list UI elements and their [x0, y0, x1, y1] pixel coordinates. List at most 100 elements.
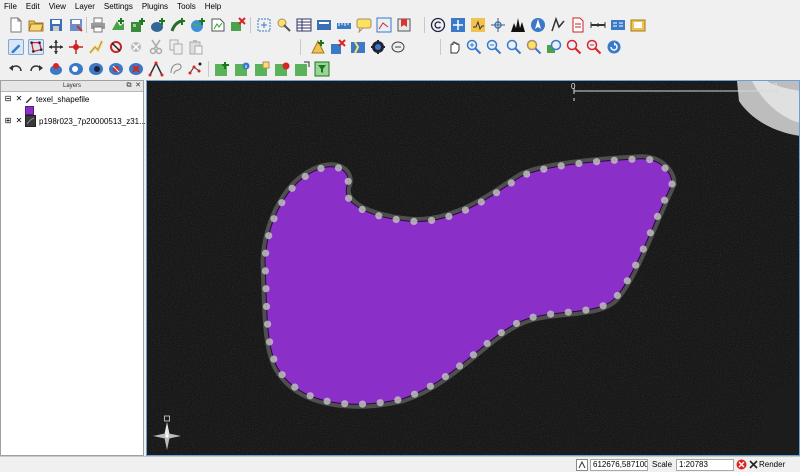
polygon-vertex[interactable]: [262, 285, 270, 293]
polygon-vertex[interactable]: [661, 164, 669, 172]
polygon-vertex[interactable]: [613, 291, 621, 300]
cut-features-icon[interactable]: [148, 39, 164, 55]
quick-print-icon[interactable]: [630, 17, 646, 33]
polygon-vertex[interactable]: [456, 362, 464, 370]
coordinate-capture-icon[interactable]: [450, 17, 466, 33]
polygon-vertex[interactable]: [575, 159, 583, 168]
polygon-vertex[interactable]: [341, 400, 349, 408]
polygon-vertex[interactable]: [461, 206, 470, 214]
map-tips-icon[interactable]: [316, 17, 332, 33]
zoom-to-layer-icon[interactable]: [546, 39, 562, 55]
grass-tools-icon[interactable]: [510, 17, 526, 33]
menu-layer[interactable]: Layer: [75, 0, 95, 14]
copy-features-icon[interactable]: [168, 39, 184, 55]
polygon-vertex[interactable]: [411, 390, 419, 398]
fill-ring-icon[interactable]: [88, 61, 104, 77]
menu-file[interactable]: File: [4, 0, 17, 14]
polygon-vertex[interactable]: [441, 373, 449, 381]
polygon-vertex[interactable]: [623, 277, 631, 285]
polygon-vertex[interactable]: [345, 194, 353, 202]
identify-features-icon[interactable]: [276, 17, 292, 33]
polygon-vertex[interactable]: [628, 155, 636, 163]
measure-area-icon[interactable]: [376, 17, 392, 33]
rotate-feature-icon[interactable]: [48, 61, 64, 77]
add-ring-icon[interactable]: [310, 39, 326, 55]
polygon-vertex[interactable]: [547, 310, 555, 318]
expand-icon[interactable]: ⊞: [4, 117, 12, 125]
polygon-vertex[interactable]: [262, 249, 270, 257]
polygon-vertex[interactable]: [469, 351, 477, 359]
polygon-vertex[interactable]: [261, 267, 269, 275]
polygon-vertex[interactable]: [288, 184, 296, 192]
float-panel-icon[interactable]: ⧉: [125, 82, 133, 90]
add-wms-layer-icon[interactable]: [190, 17, 206, 33]
polygon-vertex[interactable]: [306, 392, 314, 400]
measure-line-icon[interactable]: [336, 17, 352, 33]
layer-visibility-checkbox[interactable]: ✕: [15, 117, 23, 125]
save-project-icon[interactable]: [48, 17, 64, 33]
python-console-icon[interactable]: [570, 17, 586, 33]
node-tool-icon[interactable]: [68, 39, 84, 55]
merge-features-icon[interactable]: [370, 39, 386, 55]
simplify-feature-icon[interactable]: [88, 39, 104, 55]
scale-bar-icon[interactable]: [590, 17, 606, 33]
change-label-icon[interactable]: [188, 61, 204, 77]
new-project-icon[interactable]: [8, 17, 24, 33]
zoom-full-icon[interactable]: [256, 17, 272, 33]
menu-edit[interactable]: Edit: [26, 0, 40, 14]
layer-item-raster[interactable]: ⊞ ✕ p198r023_7p20000513_z31...: [1, 115, 146, 127]
polygon-vertex[interactable]: [265, 232, 273, 240]
move-label-icon[interactable]: [148, 61, 164, 77]
plugin-manager-icon[interactable]: [550, 17, 566, 33]
polygon-vertex[interactable]: [492, 189, 501, 197]
polygon-vertex[interactable]: [301, 172, 309, 180]
add-raster-layer-icon[interactable]: [130, 17, 146, 33]
undo-icon[interactable]: [8, 61, 24, 77]
polygon-vertex[interactable]: [291, 383, 299, 391]
georeferencer-icon[interactable]: [470, 17, 486, 33]
layer-info-icon[interactable]: [234, 61, 250, 77]
polygon-vertex[interactable]: [358, 400, 367, 408]
polygon-vertex[interactable]: [646, 229, 654, 237]
bookmark-icon[interactable]: [396, 17, 412, 33]
map-canvas[interactable]: 0 2 km: [146, 80, 800, 456]
polygon-vertex[interactable]: [564, 308, 572, 316]
print-icon[interactable]: [90, 17, 106, 33]
new-vector-layer-icon[interactable]: [210, 17, 226, 33]
polygon-vertex[interactable]: [599, 302, 607, 310]
new-layer-from-selection-icon[interactable]: [214, 61, 230, 77]
polygon-vertex[interactable]: [426, 382, 434, 390]
layer-item-texel-shapefile[interactable]: ⊟ ✕ texel_shapefile: [1, 93, 144, 105]
zoom-next-icon[interactable]: [586, 39, 602, 55]
zoom-last-icon[interactable]: [566, 39, 582, 55]
polygon-vertex[interactable]: [270, 215, 278, 223]
polygon-vertex[interactable]: [278, 199, 286, 207]
menu-view[interactable]: View: [49, 0, 66, 14]
annotation-icon[interactable]: [356, 17, 372, 33]
add-island-icon[interactable]: [330, 39, 346, 55]
polygon-vertex[interactable]: [358, 205, 366, 214]
polygon-vertex[interactable]: [646, 156, 654, 164]
menu-settings[interactable]: Settings: [104, 0, 133, 14]
polygon-vertex[interactable]: [410, 217, 418, 225]
offset-curve-icon[interactable]: [390, 39, 406, 55]
polygon-vertex[interactable]: [483, 339, 491, 348]
offset-point-icon[interactable]: [128, 61, 144, 77]
polygon-vertex[interactable]: [477, 198, 485, 206]
copyright-label-icon[interactable]: [430, 17, 446, 33]
menu-plugins[interactable]: Plugins: [142, 0, 168, 14]
rotate-point-symbols-icon[interactable]: [108, 61, 124, 77]
polygon-vertex[interactable]: [334, 164, 343, 172]
polygon-vertex[interactable]: [639, 245, 647, 253]
delete-ring-icon[interactable]: [108, 39, 124, 55]
polygon-vertex[interactable]: [512, 319, 521, 328]
delimited-text-icon[interactable]: [610, 17, 626, 33]
layer-filter-icon[interactable]: [314, 61, 330, 77]
polygon-vertex[interactable]: [593, 158, 601, 166]
polygon-vertex[interactable]: [582, 306, 590, 314]
zoom-in-icon[interactable]: [466, 39, 482, 55]
close-panel-icon[interactable]: ✕: [134, 82, 142, 90]
polygon-vertex[interactable]: [661, 196, 669, 204]
polygon-vertex[interactable]: [270, 355, 278, 363]
polygon-vertex[interactable]: [507, 179, 515, 187]
